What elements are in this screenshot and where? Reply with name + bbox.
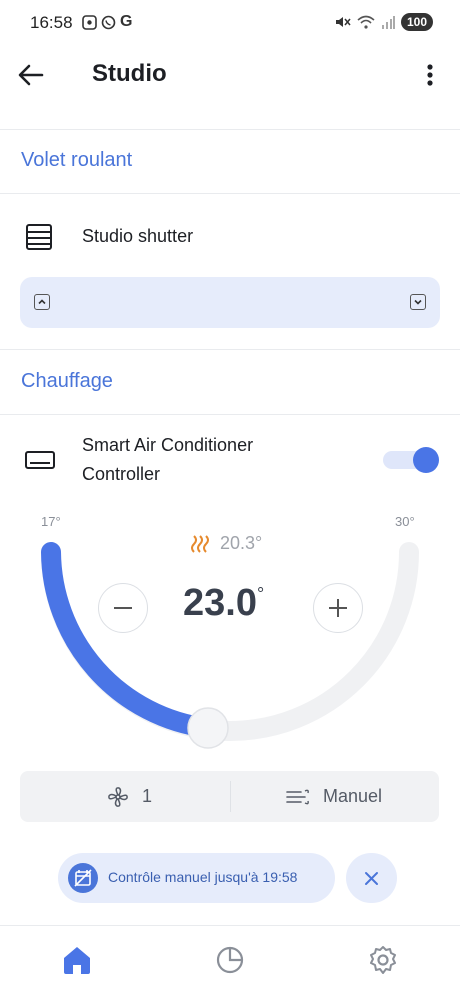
divider — [0, 349, 460, 350]
status-bar: 16:58 G 100 — [0, 0, 460, 46]
close-icon — [365, 872, 378, 885]
plus-icon — [329, 599, 347, 617]
back-button[interactable] — [16, 60, 46, 90]
page-title: Studio — [92, 60, 167, 87]
override-calendar-icon — [68, 863, 98, 893]
fan-icon — [108, 786, 128, 807]
nav-statistics[interactable] — [213, 943, 247, 977]
screenshot-icon — [82, 14, 97, 30]
decrease-temp-button[interactable] — [98, 583, 148, 633]
whatsapp-icon — [101, 15, 116, 29]
minus-icon — [114, 607, 132, 609]
heat-waves-icon — [191, 534, 209, 553]
setpoint-unit: ° — [256, 584, 265, 604]
toggle-knob — [413, 447, 439, 473]
google-icon: G — [120, 13, 133, 30]
status-left-icons: G — [82, 13, 132, 31]
override-text: Contrôle manuel jusqu'à 19:58 — [108, 869, 298, 885]
section-title-shutter: Volet roulant — [21, 149, 133, 171]
app-bar: Studio — [0, 46, 460, 104]
status-right-icons: 100 — [335, 13, 433, 31]
pie-chart-icon — [216, 946, 244, 974]
home-icon — [64, 947, 90, 974]
calendar-off-icon — [74, 869, 92, 887]
airflow-icon — [286, 789, 309, 804]
more-vertical-icon — [427, 64, 433, 86]
gauge-fill — [41, 542, 217, 738]
section-title-heating: Chauffage — [21, 370, 113, 392]
battery-indicator: 100 — [400, 13, 433, 31]
shutter-device-row[interactable]: Studio shutter — [0, 216, 460, 256]
divider — [0, 129, 460, 130]
ac-power-toggle[interactable] — [383, 447, 439, 473]
arrow-left-icon — [18, 64, 44, 86]
status-time: 16:58 — [30, 13, 73, 32]
fan-mode-bar: 1 Manuel — [20, 771, 439, 822]
signal-icon — [381, 16, 395, 29]
manual-override-chip[interactable]: Contrôle manuel jusqu'à 19:58 — [58, 853, 335, 903]
fan-speed-value: 1 — [142, 786, 153, 806]
wifi-icon — [357, 15, 375, 29]
setpoint-value: 23.0 — [183, 582, 257, 624]
shutter-device-label: Studio shutter — [82, 226, 194, 246]
gauge-handle — [187, 707, 229, 749]
current-temperature: 20.3° — [190, 533, 262, 554]
ac-device-label-line1: Smart Air Conditioner — [82, 435, 254, 455]
mode-control[interactable]: Manuel — [285, 771, 382, 822]
cancel-override-button[interactable] — [346, 853, 397, 903]
gauge-track — [41, 542, 419, 741]
mode-value: Manuel — [323, 786, 383, 806]
chevron-down-icon — [414, 299, 422, 305]
ac-device-label-line2: Controller — [82, 464, 161, 484]
mute-icon — [335, 17, 351, 27]
bottom-navigation — [0, 925, 460, 998]
gear-icon — [370, 946, 396, 974]
mode-separator — [230, 781, 231, 812]
current-temperature-value: 20.3° — [220, 533, 263, 553]
nav-settings[interactable] — [366, 943, 400, 977]
temperature-gauge[interactable] — [0, 520, 460, 760]
chevron-up-icon — [38, 299, 46, 305]
divider — [0, 414, 460, 415]
air-conditioner-icon — [25, 451, 55, 469]
shutter-down-button[interactable] — [410, 294, 426, 310]
shutter-control[interactable] — [20, 277, 440, 328]
setpoint-display: 23.0° — [183, 582, 264, 625]
more-options-button[interactable] — [420, 60, 440, 90]
fan-speed-control[interactable]: 1 — [106, 771, 152, 822]
increase-temp-button[interactable] — [313, 583, 363, 633]
shutter-icon — [26, 224, 52, 250]
divider — [0, 193, 460, 194]
nav-home[interactable] — [60, 943, 94, 977]
shutter-up-button[interactable] — [34, 294, 50, 310]
